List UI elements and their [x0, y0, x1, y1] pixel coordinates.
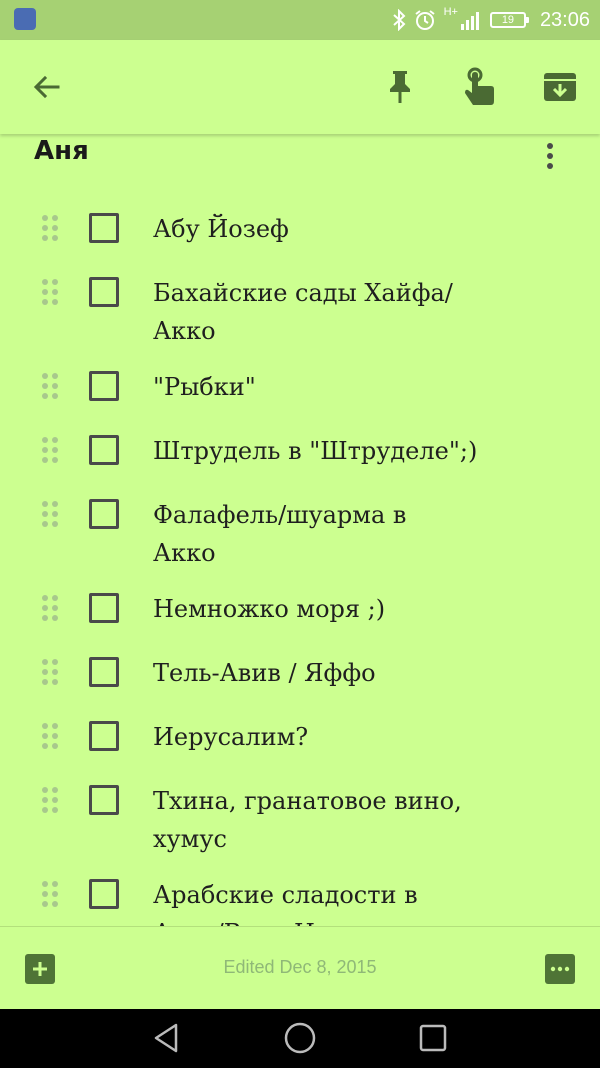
- status-icons: H+ 19 23:06: [392, 0, 590, 40]
- archive-icon: [544, 73, 576, 101]
- item-text[interactable]: Фалафель/шуарма в Акко: [153, 496, 453, 572]
- back-button[interactable]: [23, 63, 71, 111]
- nav-recents-button[interactable]: [415, 1020, 451, 1056]
- pin-icon: [390, 71, 410, 103]
- item-checkbox[interactable]: [89, 213, 119, 243]
- item-text[interactable]: Иерусалим?: [153, 718, 553, 756]
- archive-button[interactable]: [536, 63, 584, 111]
- note-toolbar: [0, 40, 600, 134]
- triangle-back-icon: [154, 1023, 178, 1053]
- drag-handle-icon[interactable]: [40, 722, 60, 750]
- status-bar: H+ 19 23:06: [0, 0, 600, 40]
- item-checkbox[interactable]: [89, 879, 119, 909]
- item-text[interactable]: Абу Йозеф: [153, 210, 553, 248]
- item-checkbox[interactable]: [89, 371, 119, 401]
- battery-icon: 19: [489, 12, 529, 28]
- system-navigation-bar: [0, 1008, 600, 1068]
- item-text[interactable]: Арабские сладости в Акко/Вади Ниснас: [153, 876, 473, 926]
- note-options-button[interactable]: [536, 140, 564, 172]
- drag-handle-icon[interactable]: [40, 880, 60, 908]
- arrow-left-icon: [33, 75, 60, 99]
- item-checkbox[interactable]: [89, 721, 119, 751]
- clock: 23:06: [539, 8, 590, 31]
- checklist: Абу Йозеф Бахайские сады Хайфа/ Акко "Ры…: [0, 190, 600, 926]
- square-recents-icon: [419, 1024, 447, 1052]
- battery-level: 19: [501, 14, 515, 26]
- more-vertical-icon: [547, 143, 553, 169]
- drag-handle-icon[interactable]: [40, 278, 60, 306]
- item-text[interactable]: Тель-Авив / Яффо: [153, 654, 553, 692]
- drag-handle-icon[interactable]: [40, 594, 60, 622]
- drag-handle-icon[interactable]: [40, 214, 60, 242]
- item-checkbox[interactable]: [89, 593, 119, 623]
- item-checkbox[interactable]: [89, 785, 119, 815]
- more-horizontal-icon: [550, 966, 570, 972]
- keep-note-screen: H+ 19 23:06 Аня Абу Йозеф Бахайские сады…: [0, 0, 600, 1068]
- item-checkbox[interactable]: [89, 499, 119, 529]
- note-title[interactable]: Аня: [34, 136, 89, 166]
- drag-handle-icon[interactable]: [40, 500, 60, 528]
- alarm-icon: [414, 10, 435, 30]
- note-bottom-bar: Edited Dec 8, 2015: [0, 926, 600, 1009]
- item-text[interactable]: Немножко моря ;): [153, 590, 553, 628]
- drag-handle-icon[interactable]: [40, 786, 60, 814]
- signal-icon: [460, 12, 479, 30]
- item-checkbox[interactable]: [89, 277, 119, 307]
- nav-back-button[interactable]: [148, 1020, 184, 1056]
- item-text[interactable]: Бахайские сады Хайфа/ Акко: [153, 274, 493, 350]
- network-type-label: H+: [443, 6, 458, 18]
- edited-timestamp: Edited Dec 8, 2015: [223, 957, 377, 977]
- reminder-finger-icon: [465, 67, 494, 105]
- drag-handle-icon[interactable]: [40, 372, 60, 400]
- notification-app-icon: [14, 8, 36, 30]
- item-text[interactable]: Штрудель в "Штруделе";): [153, 432, 553, 470]
- more-actions-button[interactable]: [545, 954, 575, 984]
- item-text[interactable]: Тхина, гранатовое вино, хумус: [153, 782, 533, 858]
- bluetooth-icon: [392, 9, 406, 31]
- reminder-button[interactable]: [455, 63, 503, 111]
- item-checkbox[interactable]: [89, 435, 119, 465]
- item-checkbox[interactable]: [89, 657, 119, 687]
- circle-home-icon: [284, 1022, 316, 1054]
- nav-home-button[interactable]: [282, 1020, 318, 1056]
- pin-button[interactable]: [376, 63, 424, 111]
- drag-handle-icon[interactable]: [40, 658, 60, 686]
- item-text[interactable]: "Рыбки": [153, 368, 553, 406]
- drag-handle-icon[interactable]: [40, 436, 60, 464]
